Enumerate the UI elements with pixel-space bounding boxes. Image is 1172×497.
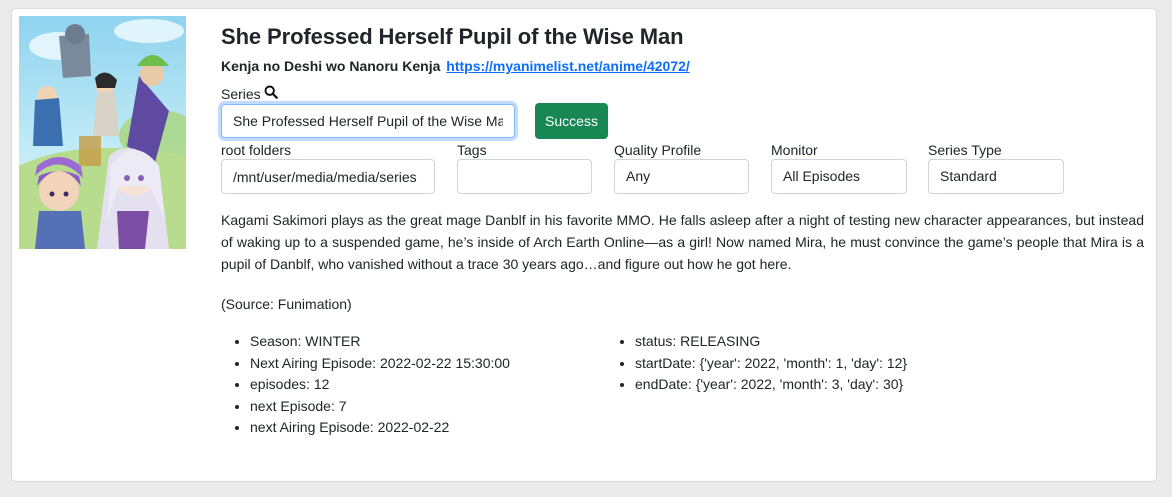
synopsis-source: (Source: Funimation)	[221, 296, 352, 312]
anime-card: She Professed Herself Pupil of the Wise …	[11, 8, 1157, 482]
quality-profile-select[interactable]: Any	[614, 159, 749, 194]
list-item: Season: WINTER	[250, 331, 510, 353]
list-item: episodes: 12	[250, 374, 510, 396]
myanimelist-link[interactable]: https://myanimelist.net/anime/42072/	[446, 58, 690, 74]
series-label-text: Series	[221, 85, 261, 102]
list-item: next Airing Episode: 2022-02-22	[250, 417, 510, 439]
list-item: Next Airing Episode: 2022-02-22 15:30:00	[250, 353, 510, 375]
root-folders-label: root folders	[221, 142, 292, 158]
series-type-select[interactable]: Standard	[928, 159, 1064, 194]
page-title: She Professed Herself Pupil of the Wise …	[221, 24, 684, 49]
synopsis: Kagami Sakimori plays as the great mage …	[221, 212, 1144, 272]
monitor-label: Monitor	[771, 142, 818, 158]
series-search-input[interactable]	[221, 104, 515, 138]
info-list-left: Season: WINTER Next Airing Episode: 2022…	[221, 331, 510, 439]
quality-profile-value: Any	[626, 168, 651, 184]
series-type-label: Series Type	[928, 142, 1002, 158]
romaji-title: Kenja no Deshi wo Nanoru Kenja	[221, 58, 441, 74]
series-label: Series	[221, 85, 278, 102]
list-item: next Episode: 7	[250, 396, 510, 418]
search-icon[interactable]	[264, 85, 278, 102]
list-item: status: RELEASING	[635, 331, 907, 353]
monitor-select[interactable]: All Episodes	[771, 159, 907, 194]
tags-input[interactable]	[457, 159, 592, 194]
list-item: endDate: {'year': 2022, 'month': 3, 'day…	[635, 374, 907, 396]
series-type-value: Standard	[940, 168, 997, 184]
subtitle: Kenja no Deshi wo Nanoru Kenja https://m…	[221, 58, 690, 74]
root-folders-input[interactable]	[221, 159, 435, 194]
info-list-right: status: RELEASING startDate: {'year': 20…	[606, 331, 907, 396]
list-item: startDate: {'year': 2022, 'month': 1, 'd…	[635, 353, 907, 375]
monitor-value: All Episodes	[783, 168, 861, 184]
cover-image	[19, 16, 186, 249]
tags-label: Tags	[457, 142, 487, 158]
quality-profile-label: Quality Profile	[614, 142, 702, 158]
success-button[interactable]: Success	[535, 103, 608, 139]
